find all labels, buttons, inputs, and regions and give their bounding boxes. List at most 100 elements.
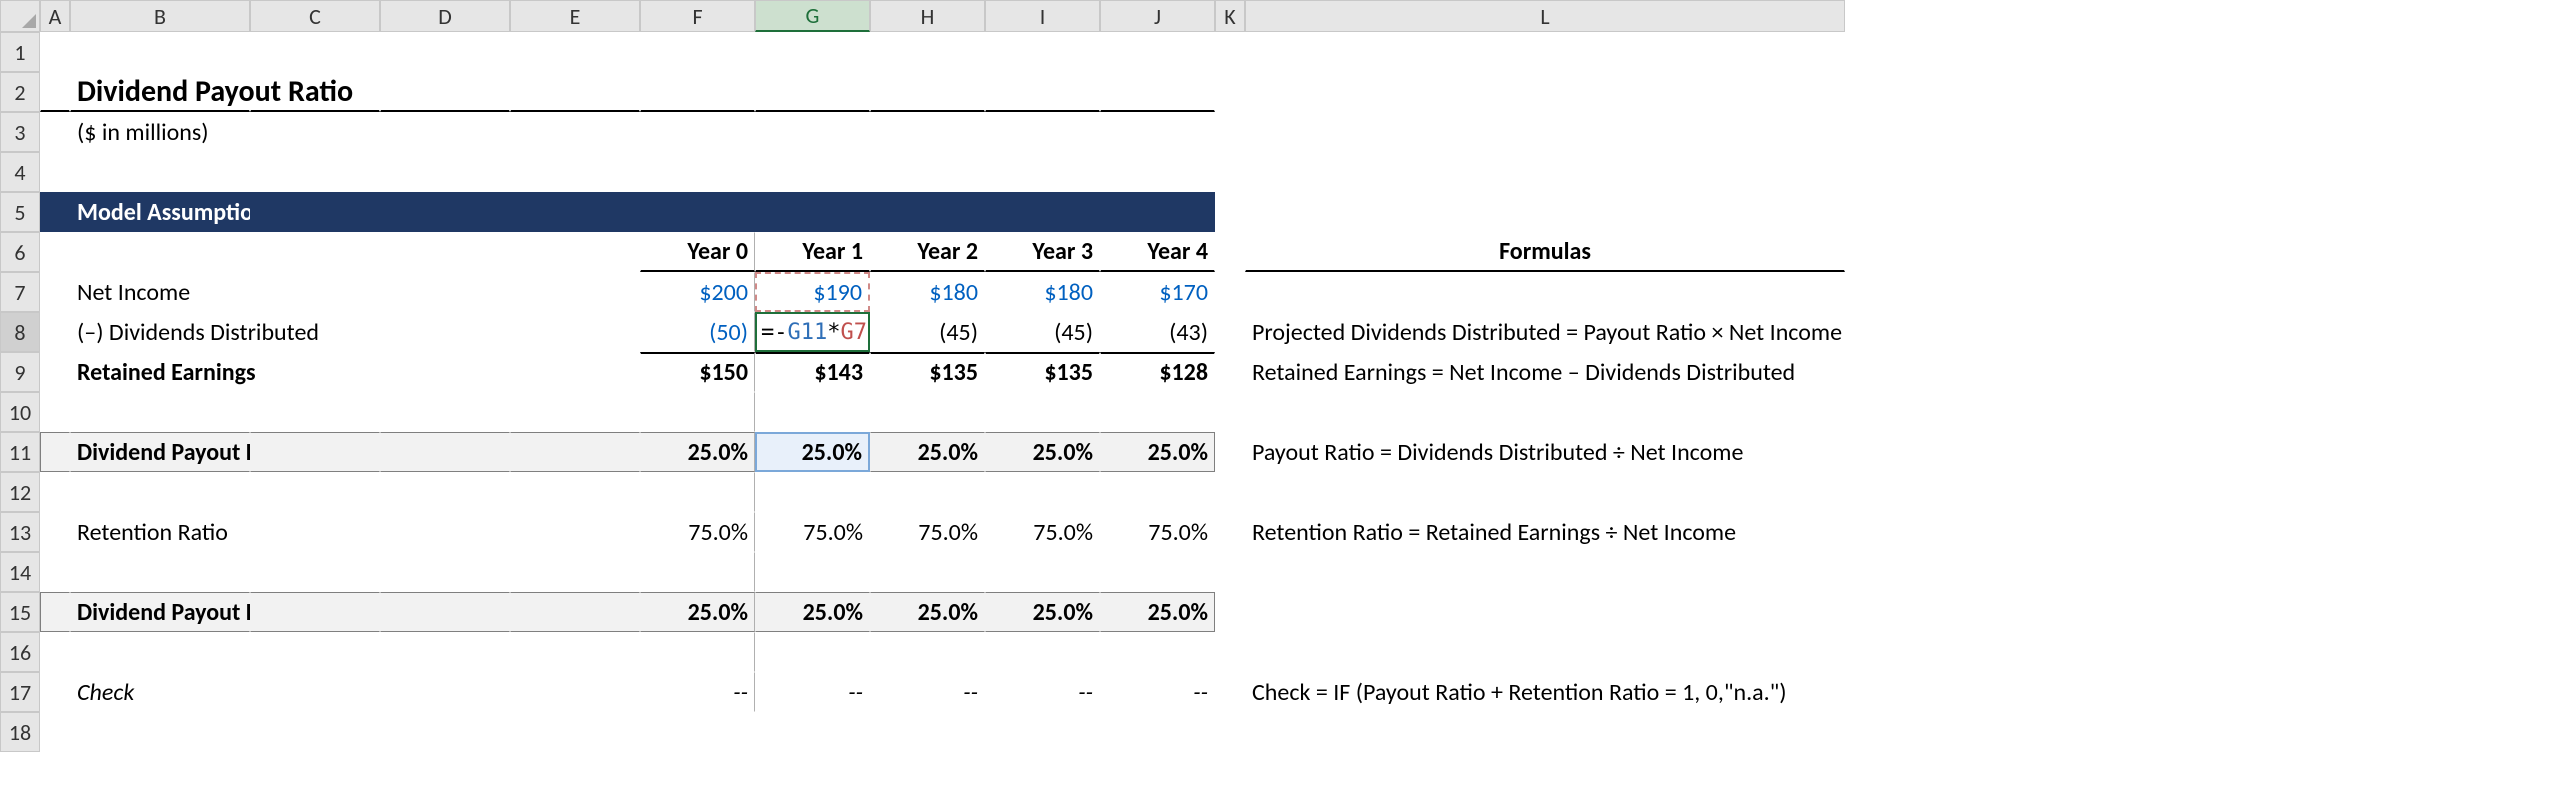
cell-L14[interactable] [1245,552,1845,592]
cell-H18[interactable] [870,712,985,752]
col-header-K[interactable]: K [1215,0,1245,32]
col-header-D[interactable]: D [380,0,510,32]
cell-F4[interactable] [640,152,755,192]
col-header-F[interactable]: F [640,0,755,32]
cell-D13[interactable] [380,512,510,552]
year-3-header[interactable]: Year 3 [985,232,1100,272]
cell-H2[interactable] [870,72,985,112]
row-header-14[interactable]: 14 [0,552,40,592]
cell-G10[interactable] [755,392,870,432]
cell-E7[interactable] [510,272,640,312]
cell-A4[interactable] [40,152,70,192]
formula-retention[interactable]: Retention Ratio = Retained Earnings ÷ Ne… [1245,512,1845,552]
col-header-B[interactable]: B [70,0,250,32]
cell-A12[interactable] [40,472,70,512]
cell-K3[interactable] [1215,112,1245,152]
cell-B14[interactable] [70,552,250,592]
cell-C6[interactable] [250,232,380,272]
alt-payout-y4[interactable]: 25.0% [1100,592,1215,632]
net-income-y1[interactable]: $190 [755,272,870,312]
cell-C10[interactable] [250,392,380,432]
cell-E3[interactable] [510,112,640,152]
cell-D1[interactable] [380,32,510,72]
cell-K13[interactable] [1215,512,1245,552]
check-y4[interactable]: -- [1100,672,1215,712]
cell-I3[interactable] [985,112,1100,152]
cell-H4[interactable] [870,152,985,192]
cell-E4[interactable] [510,152,640,192]
cell-A9[interactable] [40,352,70,392]
cell-F12[interactable] [640,472,755,512]
cell-K17[interactable] [1215,672,1245,712]
row-header-10[interactable]: 10 [0,392,40,432]
cell-C4[interactable] [250,152,380,192]
row-header-13[interactable]: 13 [0,512,40,552]
dividends-y0[interactable]: (50) [640,312,755,352]
cell-D8[interactable] [380,312,510,352]
cell-H10[interactable] [870,392,985,432]
payout-y4[interactable]: 25.0% [1100,432,1215,472]
cell-E2[interactable] [510,72,640,112]
alt-payout-label[interactable]: Dividend Payout Ratio – Alternative Form… [70,592,250,632]
cell-K12[interactable] [1215,472,1245,512]
cell-K10[interactable] [1215,392,1245,432]
cell-G5[interactable] [755,192,870,232]
retention-label[interactable]: Retention Ratio [70,512,250,552]
row-header-12[interactable]: 12 [0,472,40,512]
cell-D17[interactable] [380,672,510,712]
cell-I18[interactable] [985,712,1100,752]
cell-E16[interactable] [510,632,640,672]
cell-K2[interactable] [1215,72,1245,112]
cell-E1[interactable] [510,32,640,72]
alt-payout-y2[interactable]: 25.0% [870,592,985,632]
col-header-L[interactable]: L [1245,0,1845,32]
retained-y3[interactable]: $135 [985,352,1100,392]
retention-y0[interactable]: 75.0% [640,512,755,552]
cell-E9[interactable] [510,352,640,392]
cell-H16[interactable] [870,632,985,672]
cell-K8[interactable] [1215,312,1245,352]
cell-B12[interactable] [70,472,250,512]
row-header-17[interactable]: 17 [0,672,40,712]
cell-L10[interactable] [1245,392,1845,432]
cell-I12[interactable] [985,472,1100,512]
cell-J2[interactable] [1100,72,1215,112]
cell-D15[interactable] [380,592,510,632]
cell-A7[interactable] [40,272,70,312]
row-header-5[interactable]: 5 [0,192,40,232]
retained-label[interactable]: Retained Earnings [70,352,250,392]
cell-L2[interactable] [1245,72,1845,112]
row-header-15[interactable]: 15 [0,592,40,632]
row-header-16[interactable]: 16 [0,632,40,672]
retention-y1[interactable]: 75.0% [755,512,870,552]
check-y1[interactable]: -- [755,672,870,712]
formula-check[interactable]: Check = IF (Payout Ratio + Retention Rat… [1245,672,1845,712]
cell-C15[interactable] [250,592,380,632]
cell-A8[interactable] [40,312,70,352]
cell-L7[interactable] [1245,272,1845,312]
cell-J18[interactable] [1100,712,1215,752]
dividends-y1-editing[interactable]: =-G11*G7 [755,312,870,352]
cell-A1[interactable] [40,32,70,72]
retention-y2[interactable]: 75.0% [870,512,985,552]
year-2-header[interactable]: Year 2 [870,232,985,272]
cell-H12[interactable] [870,472,985,512]
row-header-18[interactable]: 18 [0,712,40,752]
cell-E6[interactable] [510,232,640,272]
cell-C17[interactable] [250,672,380,712]
cell-F1[interactable] [640,32,755,72]
cell-E15[interactable] [510,592,640,632]
cell-J12[interactable] [1100,472,1215,512]
cell-G4[interactable] [755,152,870,192]
cell-K9[interactable] [1215,352,1245,392]
cell-B6[interactable] [70,232,250,272]
check-y3[interactable]: -- [985,672,1100,712]
cell-I4[interactable] [985,152,1100,192]
cell-L1[interactable] [1245,32,1845,72]
cell-B10[interactable] [70,392,250,432]
cell-K1[interactable] [1215,32,1245,72]
cell-D3[interactable] [380,112,510,152]
cell-E5[interactable] [510,192,640,232]
cell-A11[interactable] [40,432,70,472]
cell-A15[interactable] [40,592,70,632]
